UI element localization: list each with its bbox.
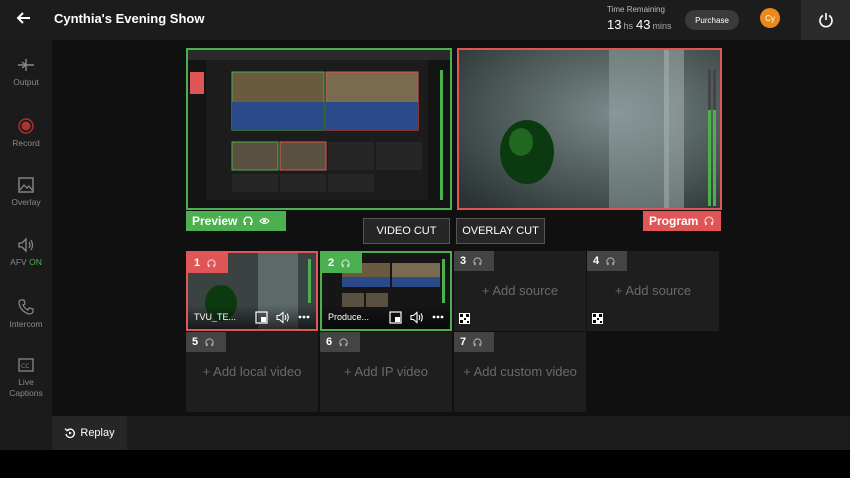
phone-icon	[18, 299, 34, 315]
preview-monitor[interactable]	[186, 48, 452, 210]
sidebar-item-overlay[interactable]: Overlay	[0, 176, 52, 208]
program-label-text: Program	[649, 214, 699, 228]
replay-label: Replay	[80, 427, 115, 439]
source-number-badge: 6	[320, 332, 360, 352]
source-controls: TVU_TE...	[188, 305, 316, 329]
preview-label-text: Preview	[192, 214, 238, 228]
video-cut-button[interactable]: VIDEO CUT	[363, 218, 450, 244]
headphones-icon[interactable]	[207, 258, 216, 268]
source-number: 6	[326, 336, 333, 348]
source-number-badge: 1	[188, 253, 228, 273]
output-icon	[18, 59, 34, 71]
sidebar-item-live-captions[interactable]: CC Live Captions	[0, 356, 52, 399]
source-number-badge: 7	[454, 332, 494, 352]
back-arrow-icon[interactable]	[14, 8, 34, 28]
source-tile-1[interactable]: 1 TVU_TE...	[186, 251, 318, 331]
headphones-icon[interactable]	[341, 258, 350, 268]
power-button[interactable]	[801, 0, 850, 40]
headphones-icon[interactable]	[243, 216, 253, 226]
source-number: 1	[194, 257, 201, 269]
source-number: 2	[328, 257, 335, 269]
time-remaining-value: 13 hs 43 mins	[607, 17, 674, 32]
source-number-badge: 2	[322, 253, 362, 273]
sidebar-item-intercom[interactable]: Intercom	[0, 298, 52, 330]
add-custom-video-button[interactable]: + Add custom video	[454, 364, 586, 379]
headphones-icon[interactable]	[205, 337, 214, 347]
svg-text:CC: CC	[21, 363, 29, 370]
more-icon[interactable]	[432, 315, 444, 319]
preview-label: Preview	[186, 211, 286, 231]
source-tile-2[interactable]: 2 Produce...	[320, 251, 452, 331]
hours-unit: hs	[623, 21, 633, 31]
eye-icon[interactable]	[259, 216, 271, 226]
minutes-value: 43	[635, 17, 651, 32]
add-source-button[interactable]: + Add source	[587, 283, 719, 298]
bottom-strip	[0, 450, 850, 478]
source-number-badge: 5	[186, 332, 226, 352]
replay-bar: Replay	[52, 416, 850, 450]
more-icon[interactable]	[298, 315, 310, 319]
headphones-icon[interactable]	[704, 216, 714, 226]
sidebar-item-label: AFV	[10, 257, 27, 267]
pip-icon[interactable]	[255, 310, 268, 324]
user-avatar[interactable]: Cy	[760, 8, 780, 28]
sidebar-item-output[interactable]: Output	[0, 56, 52, 88]
sidebar-item-label: Overlay	[11, 197, 41, 207]
source-number: 7	[460, 336, 467, 348]
overlay-cut-button[interactable]: OVERLAY CUT	[456, 218, 545, 244]
sidebar-item-label: Live	[18, 377, 34, 387]
purchase-button[interactable]: Purchase	[685, 10, 739, 30]
source-controls: Produce...	[322, 305, 450, 329]
source-tile-6[interactable]: 6 + Add IP video	[320, 332, 452, 412]
source-number-badge: 3	[454, 251, 494, 271]
replay-button[interactable]: Replay	[52, 416, 127, 450]
sidebar-item-label: Record	[12, 138, 40, 148]
source-tile-4[interactable]: 4 + Add source	[587, 251, 719, 331]
source-number: 3	[460, 255, 467, 267]
minutes-unit: mins	[652, 21, 672, 31]
pip-icon[interactable]	[389, 310, 402, 324]
replay-icon	[64, 428, 76, 439]
time-remaining-label: Time Remaining	[607, 5, 665, 14]
headphones-icon[interactable]	[473, 337, 482, 347]
source-number-badge: 4	[587, 251, 627, 271]
headphones-icon[interactable]	[473, 256, 482, 266]
headphones-icon[interactable]	[339, 337, 348, 347]
qr-code-icon[interactable]	[459, 313, 470, 324]
add-ip-video-button[interactable]: + Add IP video	[320, 364, 452, 379]
source-tile-3[interactable]: 3 + Add source	[454, 251, 586, 331]
source-number: 5	[192, 336, 199, 348]
captions-icon: CC	[18, 358, 34, 372]
program-monitor[interactable]	[457, 48, 722, 210]
qr-code-icon[interactable]	[592, 313, 603, 324]
speaker-icon	[18, 237, 34, 253]
top-bar: Cynthia's Evening Show Time Remaining 13…	[0, 0, 850, 40]
hours-value: 13	[607, 17, 622, 32]
sidebar-item-record[interactable]: Record	[0, 117, 52, 149]
afv-status: ON	[29, 257, 42, 267]
sidebar-item-label-2: Captions	[9, 388, 43, 398]
preview-screen-content	[188, 50, 450, 208]
sidebar: Output Record Overlay AFV ON Intercom CC	[0, 40, 52, 450]
source-tile-7[interactable]: 7 + Add custom video	[454, 332, 586, 412]
power-icon	[818, 13, 833, 28]
source-number: 4	[593, 255, 600, 267]
add-source-button[interactable]: + Add source	[454, 283, 586, 298]
add-local-video-button[interactable]: + Add local video	[186, 364, 318, 379]
source-name: Produce...	[328, 312, 370, 322]
source-tile-5[interactable]: 5 + Add local video	[186, 332, 318, 412]
sidebar-item-afv[interactable]: AFV ON	[0, 236, 52, 268]
headphones-icon[interactable]	[606, 256, 615, 266]
sidebar-item-label: Output	[13, 77, 39, 87]
overlay-icon	[18, 177, 34, 193]
program-screen-content	[459, 50, 720, 208]
record-icon	[18, 118, 34, 134]
sidebar-item-label: Intercom	[9, 319, 43, 329]
volume-icon[interactable]	[276, 310, 290, 324]
source-name: TVU_TE...	[194, 312, 237, 322]
show-title: Cynthia's Evening Show	[54, 11, 205, 26]
volume-icon[interactable]	[410, 310, 424, 324]
program-label: Program	[643, 211, 721, 231]
